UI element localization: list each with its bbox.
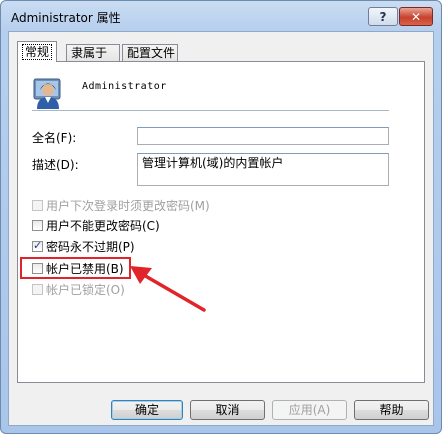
title-bar[interactable]: Administrator 属性 ? ✕ <box>1 1 441 31</box>
help-dialog-button[interactable]: 帮助 <box>354 400 429 420</box>
properties-dialog: Administrator 属性 ? ✕ 常规 隶属于 配置文件 Adminis… <box>0 0 442 434</box>
checkbox-box[interactable] <box>32 199 43 211</box>
fullname-input[interactable] <box>137 127 389 145</box>
user-account-icon <box>33 78 61 109</box>
separator <box>32 110 389 111</box>
fullname-label: 全名(F): <box>32 131 77 145</box>
annotation-arrow-icon <box>130 266 206 312</box>
description-label: 描述(D): <box>32 158 79 172</box>
general-tab-panel: Administrator 全名(F): 描述(D): 管理计算机(域)的内置帐… <box>17 61 425 383</box>
checkbox-password-never-expires[interactable]: 密码永不过期(P) <box>32 238 135 254</box>
checkbox-box[interactable] <box>32 219 43 231</box>
tab-profile[interactable]: 配置文件 <box>122 44 178 62</box>
checkbox-must-change-password[interactable]: 用户下次登录时须更改密码(M) <box>32 197 210 213</box>
tab-member-of[interactable]: 隶属于 <box>66 44 120 62</box>
account-name: Administrator <box>82 81 167 92</box>
close-button[interactable]: ✕ <box>399 7 433 26</box>
help-button[interactable]: ? <box>368 7 398 26</box>
highlight-box <box>20 257 131 279</box>
window-title: Administrator 属性 <box>11 11 121 25</box>
cancel-button[interactable]: 取消 <box>190 400 265 420</box>
apply-button[interactable]: 应用(A) <box>272 400 347 420</box>
close-icon: ✕ <box>410 9 422 24</box>
description-input[interactable]: 管理计算机(域)的内置帐户 <box>137 153 389 186</box>
help-icon: ? <box>379 9 387 24</box>
checkbox-account-locked[interactable]: 帐户已锁定(O) <box>32 281 125 297</box>
checkbox-box[interactable] <box>32 283 43 295</box>
dialog-client-area: 常规 隶属于 配置文件 Administrator 全名(F): 描述(D): … <box>8 31 434 426</box>
tab-general[interactable]: 常规 <box>17 41 58 62</box>
ok-button[interactable]: 确定 <box>111 400 183 420</box>
checkbox-box[interactable] <box>32 239 43 252</box>
checkbox-cannot-change-password[interactable]: 用户不能更改密码(C) <box>32 217 160 233</box>
